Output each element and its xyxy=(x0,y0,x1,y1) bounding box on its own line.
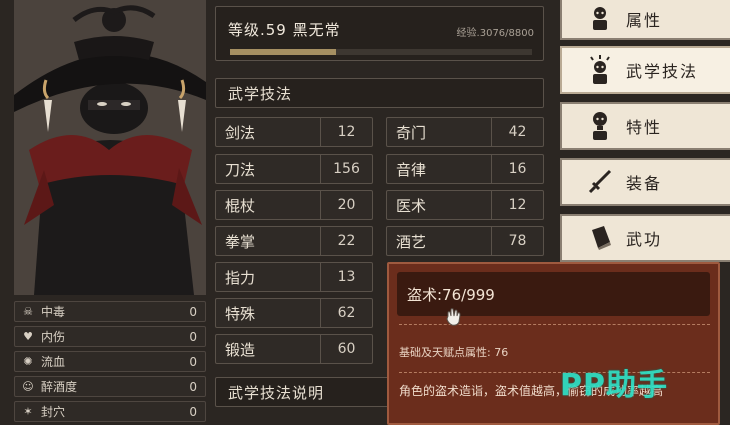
skill-name: 刀法 xyxy=(216,155,321,183)
tab-label: 武功 xyxy=(626,230,663,249)
skill-value: 13 xyxy=(337,269,356,285)
broken-heart-icon: ♥ xyxy=(23,330,33,343)
status-row-drunkenness: ☺ 醉酒度 0 xyxy=(14,376,206,397)
tab-label: 特性 xyxy=(626,118,663,137)
skill-name: 锻造 xyxy=(216,335,321,363)
status-label: 中毒 xyxy=(41,305,66,319)
description-section-title: 武学技法说明 xyxy=(228,383,325,402)
skill-name: 奇门 xyxy=(387,118,492,146)
skull-icon: ☠ xyxy=(23,305,33,318)
tab-label: 装备 xyxy=(626,174,663,193)
status-row-internal-injury: ♥ 内伤 0 xyxy=(14,326,206,347)
skill-music[interactable]: 音律 16 xyxy=(386,154,544,184)
skill-blade[interactable]: 刀法 156 xyxy=(215,154,373,184)
tab-martial-techniques[interactable]: 武学技法 xyxy=(560,46,730,94)
status-value: 0 xyxy=(189,379,197,394)
skill-name: 棍杖 xyxy=(216,191,321,219)
skill-name: 音律 xyxy=(387,155,492,183)
tab-label: 武学技法 xyxy=(626,62,699,81)
skill-finger[interactable]: 指力 13 xyxy=(215,262,373,292)
status-row-sealed-acupoint: ✶ 封穴 0 xyxy=(14,401,206,422)
tab-traits[interactable]: 特性 xyxy=(560,102,730,150)
person-bulb-icon xyxy=(580,108,620,144)
skill-value: 20 xyxy=(337,197,356,213)
blood-icon: ✺ xyxy=(23,355,33,368)
skill-staff[interactable]: 棍杖 20 xyxy=(215,190,373,220)
hand-cursor-icon xyxy=(444,307,464,331)
status-value: 0 xyxy=(189,329,197,344)
watermark-logo: PP助手 xyxy=(560,368,668,403)
character-portrait xyxy=(14,0,206,295)
status-label: 封穴 xyxy=(41,405,66,419)
acupoint-icon: ✶ xyxy=(23,405,33,418)
skill-name: 特殊 xyxy=(216,299,321,327)
status-row-bleeding: ✺ 流血 0 xyxy=(14,351,206,372)
skill-qimen[interactable]: 奇门 42 xyxy=(386,117,544,147)
skill-tooltip: 盗术:76/999 基础及天赋点属性: 76 角色的盗术造诣，盗术值越高，偷窃的… xyxy=(387,262,720,425)
status-label: 内伤 xyxy=(41,330,66,344)
book-icon xyxy=(580,220,620,256)
skill-value: 22 xyxy=(337,233,356,249)
drunk-icon: ☺ xyxy=(22,380,34,393)
experience-bar-fill xyxy=(230,49,336,55)
status-value: 0 xyxy=(189,404,197,419)
skill-name: 拳掌 xyxy=(216,227,321,255)
martial-section-header: 武学技法 xyxy=(215,78,544,108)
skill-value: 62 xyxy=(337,305,356,321)
status-value: 0 xyxy=(189,304,197,319)
tab-kungfu[interactable]: 武功 xyxy=(560,214,730,262)
tab-equipment[interactable]: 装备 xyxy=(560,158,730,206)
skill-name: 医术 xyxy=(387,191,492,219)
skill-value: 78 xyxy=(508,233,527,249)
skill-name: 指力 xyxy=(216,263,321,291)
skill-wine[interactable]: 酒艺 78 xyxy=(386,226,544,256)
skill-value: 156 xyxy=(333,161,360,177)
person-spark-icon xyxy=(580,52,620,88)
experience-bar xyxy=(230,49,532,55)
status-label: 醉酒度 xyxy=(41,380,78,394)
skill-value: 12 xyxy=(508,197,527,213)
skill-value: 60 xyxy=(337,341,356,357)
portrait-art xyxy=(14,0,206,295)
skill-medicine[interactable]: 医术 12 xyxy=(386,190,544,220)
status-label: 流血 xyxy=(41,355,66,369)
experience-label: 经验.3076/8800 xyxy=(456,28,534,39)
skill-value: 16 xyxy=(508,161,527,177)
tab-attributes[interactable]: 属性 xyxy=(560,0,730,40)
person-icon xyxy=(580,1,620,37)
skill-value: 12 xyxy=(337,124,356,140)
sword-icon xyxy=(580,164,620,200)
skill-fist[interactable]: 拳掌 22 xyxy=(215,226,373,256)
status-value: 0 xyxy=(189,354,197,369)
character-header: 等级.59 黑无常 经验.3076/8800 xyxy=(215,6,544,61)
skill-special[interactable]: 特殊 62 xyxy=(215,298,373,328)
martial-section-title: 武学技法 xyxy=(228,84,293,103)
skill-sword[interactable]: 剑法 12 xyxy=(215,117,373,147)
skill-forging[interactable]: 锻造 60 xyxy=(215,334,373,364)
character-level-name: 等级.59 黑无常 xyxy=(228,21,341,39)
status-row-poison: ☠ 中毒 0 xyxy=(14,301,206,322)
tab-label: 属性 xyxy=(626,11,663,30)
tooltip-base-attribute: 基础及天赋点属性: 76 xyxy=(399,346,509,359)
skill-name: 剑法 xyxy=(216,118,321,146)
skill-value: 42 xyxy=(508,124,527,140)
status-effects-list: ☠ 中毒 0 ♥ 内伤 0 ✺ 流血 0 ☺ 醉酒度 0 ✶ 封穴 0 xyxy=(14,301,206,425)
skill-name: 酒艺 xyxy=(387,227,492,255)
